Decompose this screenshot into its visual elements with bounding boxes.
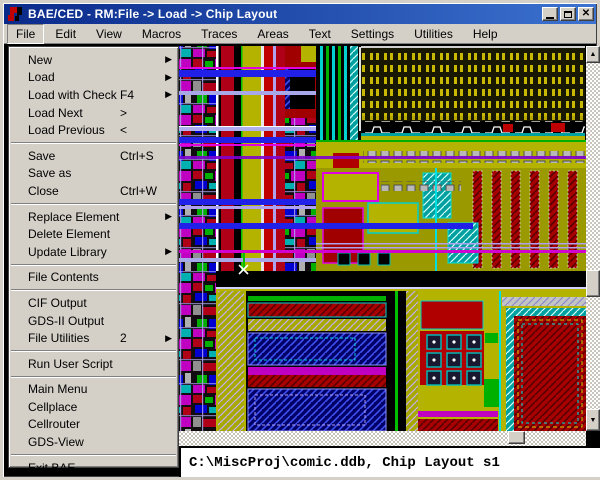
menu-separator (11, 264, 176, 266)
menu-item-cellrouter[interactable]: Cellrouter (9, 416, 178, 434)
menu-item-load-previous[interactable]: Load Previous< (9, 121, 178, 139)
submenu-arrow-icon: ▶ (162, 211, 172, 222)
menu-item-gds-ii-output[interactable]: GDS-II Output (9, 312, 178, 330)
menu-item-label: Close (28, 184, 120, 198)
menu-bar: FileEditViewMacrosTracesAreasTextSetting… (4, 24, 596, 44)
menu-item-label: File Contents (28, 270, 120, 284)
menu-item-label: CIF Output (28, 296, 120, 310)
title-bar: BAE/CED - RM:File -> Load -> Chip Layout… (4, 4, 596, 24)
layout-canvas[interactable] (179, 46, 586, 431)
window-title: BAE/CED - RM:File -> Load -> Chip Layout (28, 7, 542, 21)
horizontal-scrollbar[interactable] (179, 431, 586, 446)
horizontal-scroll-thumb[interactable] (508, 431, 525, 444)
submenu-arrow-icon: ▶ (162, 72, 172, 83)
menu-item-file-contents[interactable]: File Contents (9, 269, 178, 287)
menu-separator (11, 142, 176, 144)
scroll-up-button[interactable]: ▲ (586, 46, 600, 63)
menu-item-cellplace[interactable]: Cellplace (9, 398, 178, 416)
menu-item-label: Cellplace (28, 400, 120, 414)
menu-item-main-menu[interactable]: Main Menu (9, 381, 178, 399)
app-logo-icon[interactable] (8, 6, 24, 22)
submenu-arrow-icon: ▶ (162, 333, 172, 344)
menu-item-load[interactable]: Load ▶ (9, 69, 178, 87)
menu-item-shortcut: 2 (120, 331, 162, 345)
menu-item-label: Save (28, 149, 120, 163)
menubar-item-macros[interactable]: Macros (133, 24, 190, 44)
menu-item-label: Delete Element (28, 227, 120, 241)
menubar-item-utilities[interactable]: Utilities (405, 24, 462, 44)
maximize-icon (564, 11, 572, 18)
menu-item-label: Run User Script (28, 357, 120, 371)
menubar-item-text[interactable]: Text (300, 24, 340, 44)
menubar-item-edit[interactable]: Edit (46, 24, 85, 44)
menu-item-label: Update Library (28, 245, 120, 259)
submenu-arrow-icon: ▶ (162, 246, 172, 257)
menu-item-exit-bae[interactable]: Exit BAE (9, 459, 178, 477)
menu-item-shortcut: Ctrl+S (120, 149, 162, 163)
menu-item-label: Load with Check (28, 88, 120, 102)
status-text: C:\MiscProj\comic.ddb, Chip Layout s1 (181, 455, 500, 471)
menu-item-shortcut: Ctrl+W (120, 184, 162, 198)
menu-item-label: Main Menu (28, 382, 120, 396)
menu-item-save[interactable]: SaveCtrl+S (9, 147, 178, 165)
menu-separator (11, 203, 176, 205)
menubar-item-file[interactable]: File (7, 24, 44, 44)
menu-item-run-user-script[interactable]: Run User Script (9, 355, 178, 373)
menu-item-label: Load (28, 70, 120, 84)
scroll-down-button[interactable]: ▼ (586, 409, 600, 431)
menu-item-shortcut: F4 (120, 88, 162, 102)
menubar-item-help[interactable]: Help (464, 24, 507, 44)
menu-separator (11, 350, 176, 352)
status-bar: C:\MiscProj\comic.ddb, Chip Layout s1 (179, 446, 600, 477)
maximize-button[interactable] (560, 7, 576, 21)
menubar-item-settings[interactable]: Settings (342, 24, 403, 44)
menu-item-label: Replace Element (28, 210, 120, 224)
close-icon: ✕ (582, 9, 590, 19)
menu-item-new[interactable]: New ▶ (9, 51, 178, 69)
menu-separator (11, 289, 176, 291)
menu-item-shortcut: > (120, 106, 162, 120)
file-menu-popup: New▶Load▶Load with CheckF4▶Load Next>Loa… (8, 46, 179, 468)
menubar-item-areas[interactable]: Areas (248, 24, 297, 44)
minimize-icon (546, 17, 554, 19)
close-button[interactable]: ✕ (578, 7, 594, 21)
menu-item-label: New (28, 53, 120, 67)
menu-item-label: Save as (28, 166, 120, 180)
vertical-scroll-thumb[interactable] (586, 270, 600, 297)
menu-item-cif-output[interactable]: CIF Output (9, 294, 178, 312)
arrow-up-icon: ▲ (590, 51, 597, 58)
scrollbar-corner (586, 431, 600, 446)
menu-separator (11, 376, 176, 378)
menu-item-update-library[interactable]: Update Library ▶ (9, 243, 178, 261)
chip-layout-graphic (179, 46, 586, 431)
menu-separator (11, 454, 176, 456)
app-window: BAE/CED - RM:File -> Load -> Chip Layout… (0, 0, 600, 480)
vertical-scrollbar[interactable]: ▲ ▼ (586, 46, 600, 431)
menu-item-replace-element[interactable]: Replace Element ▶ (9, 208, 178, 226)
submenu-arrow-icon: ▶ (162, 89, 172, 100)
menu-item-label: GDS-View (28, 435, 120, 449)
menu-item-gds-view[interactable]: GDS-View (9, 433, 178, 451)
menu-item-save-as[interactable]: Save as (9, 165, 178, 183)
menu-item-load-with-check[interactable]: Load with CheckF4▶ (9, 86, 178, 104)
menubar-item-view[interactable]: View (87, 24, 131, 44)
minimize-button[interactable] (542, 7, 558, 21)
menu-item-label: Exit BAE (28, 461, 120, 475)
arrow-down-icon: ▼ (590, 417, 597, 424)
menu-item-label: Load Previous (28, 123, 120, 137)
menu-item-file-utilities[interactable]: File Utilities2▶ (9, 329, 178, 347)
menu-item-label: File Utilities (28, 331, 120, 345)
menubar-item-traces[interactable]: Traces (192, 24, 246, 44)
menu-item-label: Cellrouter (28, 417, 120, 431)
menu-item-close[interactable]: CloseCtrl+W (9, 182, 178, 200)
menu-item-shortcut: < (120, 123, 162, 137)
menu-item-label: Load Next (28, 106, 120, 120)
menu-item-delete-element[interactable]: Delete Element (9, 225, 178, 243)
submenu-arrow-icon: ▶ (162, 54, 172, 65)
menu-item-label: GDS-II Output (28, 314, 120, 328)
menu-item-load-next[interactable]: Load Next> (9, 104, 178, 122)
